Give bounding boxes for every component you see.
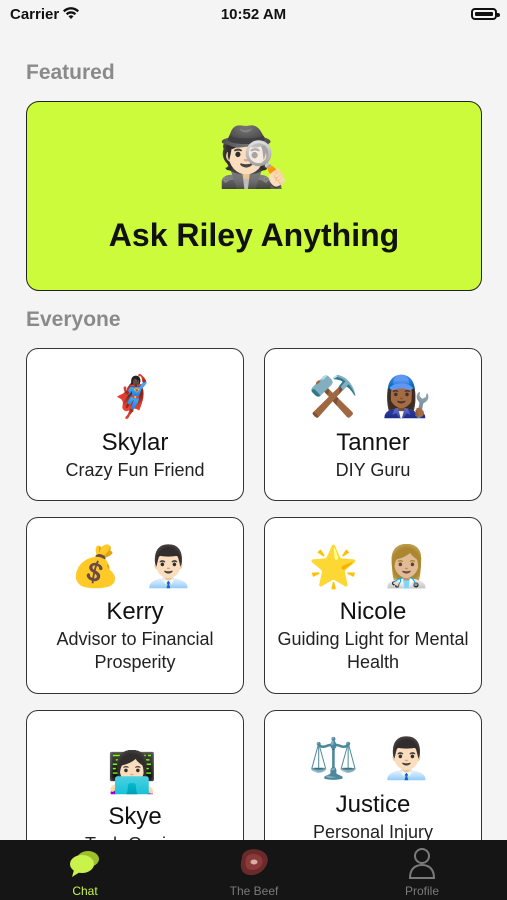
tab-bar: Chat The Beef Profile <box>0 840 507 900</box>
steak-icon <box>194 846 314 880</box>
person-card-kerry[interactable]: 💰 👨🏻‍💼 Kerry Advisor to Financial Prospe… <box>26 517 244 694</box>
superhero-icon: 🦸🏿‍♀️ <box>107 375 163 419</box>
battery-icon <box>471 8 500 20</box>
person-card-tanner[interactable]: ⚒️ 👩🏾‍🔧 Tanner DIY Guru <box>264 348 482 501</box>
tab-label: The Beef <box>229 884 279 898</box>
star-health-worker-icon: 🌟 👩🏼‍⚕️ <box>308 545 438 589</box>
tab-chat[interactable]: Chat <box>25 840 145 900</box>
tab-profile[interactable]: Profile <box>362 840 482 900</box>
person-card-nicole[interactable]: 🌟 👩🏼‍⚕️ Nicole Guiding Light for Mental … <box>264 517 482 694</box>
scales-lawyer-icon: ⚖️ 👨🏻‍💼 <box>308 737 438 781</box>
chat-bubbles-icon <box>25 846 145 880</box>
person-name: Skye <box>108 803 162 830</box>
person-name: Tanner <box>336 429 410 456</box>
person-name: Skylar <box>101 429 169 456</box>
technologist-icon: 👩🏻‍💻 <box>107 751 163 795</box>
person-card-skylar[interactable]: 🦸🏿‍♀️ Skylar Crazy Fun Friend <box>26 348 244 501</box>
person-name: Nicole <box>339 598 407 625</box>
person-description: Crazy Fun Friend <box>65 460 205 480</box>
person-description: DIY Guru <box>335 460 411 480</box>
tab-the-beef[interactable]: The Beef <box>194 840 314 900</box>
featured-card-riley[interactable]: 🕵🏻 Ask Riley Anything <box>26 101 482 291</box>
section-title-featured: Featured <box>26 61 115 84</box>
person-icon <box>362 846 482 880</box>
money-bag-businessman-icon: 💰 👨🏻‍💼 <box>70 545 200 589</box>
status-bar: Carrier 10:52 AM <box>0 0 507 30</box>
tab-label: Chat <box>72 884 98 898</box>
person-name: Kerry <box>106 598 164 625</box>
person-description: Guiding Light for Mental Health <box>277 629 469 672</box>
detective-icon: 🕵🏻 <box>217 125 291 190</box>
section-title-everyone: Everyone <box>26 308 121 331</box>
clock: 10:52 AM <box>220 6 287 23</box>
tools-mechanic-icon: ⚒️ 👩🏾‍🔧 <box>308 375 438 419</box>
person-description: Advisor to Financial Prosperity <box>56 629 214 672</box>
tab-label: Profile <box>404 884 439 898</box>
person-name: Justice <box>335 791 411 818</box>
featured-title: Ask Riley Anything <box>108 217 400 253</box>
